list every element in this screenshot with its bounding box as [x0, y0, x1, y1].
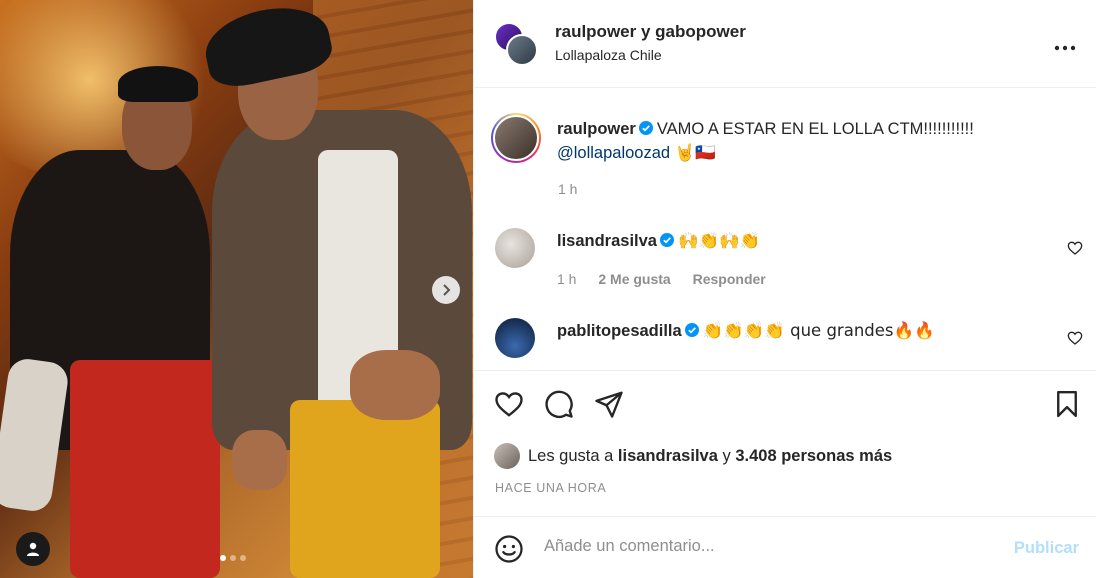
comment-meta: 1 h 2 Me gusta Responder: [557, 271, 784, 287]
post-photo[interactable]: [0, 0, 473, 578]
person-left-sleeve: [0, 356, 71, 514]
carousel-next-button[interactable]: [432, 276, 460, 304]
more-options-button[interactable]: [1054, 34, 1076, 57]
carousel-dot: [230, 555, 236, 561]
likes-user[interactable]: lisandrasilva: [618, 447, 718, 466]
verified-icon: [684, 323, 699, 337]
user-tag-icon: [27, 542, 39, 556]
person-right-pants: [290, 400, 440, 578]
caption-emoji: 🤘🇨🇱: [674, 143, 716, 162]
collab-avatars[interactable]: [494, 22, 538, 66]
comment-text: 🙌👏🙌👏: [677, 231, 761, 250]
comment-icon[interactable]: [544, 389, 574, 419]
likes-connector: y: [722, 446, 731, 465]
bookmark-icon[interactable]: [1052, 389, 1082, 419]
likes-summary: Les gusta a lisandrasilva y 3.408 person…: [494, 443, 892, 469]
carousel-dot: [220, 555, 226, 561]
reply-button[interactable]: Responder: [693, 271, 766, 287]
comment: lisandrasilva 🙌👏🙌👏: [557, 231, 760, 251]
post-time[interactable]: HACE UNA HORA: [495, 481, 606, 495]
heart-icon[interactable]: [494, 389, 524, 419]
person-left-pants: [70, 360, 220, 578]
post-panel: raulpower y gabopower Lollapaloza Chile …: [473, 0, 1096, 578]
heart-icon[interactable]: [1067, 330, 1083, 346]
caption-avatar[interactable]: [491, 113, 541, 163]
emoji-icon[interactable]: [494, 534, 524, 564]
comment-username[interactable]: pablitopesadilla: [557, 322, 682, 340]
caption-username[interactable]: raulpower: [557, 120, 636, 138]
comment-input[interactable]: [544, 537, 964, 556]
chevron-right-icon: [443, 284, 451, 296]
caption-time[interactable]: 1 h: [558, 181, 577, 197]
publish-button[interactable]: Publicar: [1014, 539, 1079, 558]
comment-username[interactable]: lisandrasilva: [557, 232, 657, 250]
avatar: [506, 34, 538, 66]
post-location[interactable]: Lollapaloza Chile: [555, 47, 662, 63]
likes-count[interactable]: 3.408 personas más: [735, 447, 892, 466]
comment-time[interactable]: 1 h: [557, 271, 576, 287]
add-comment-bar: Publicar: [474, 516, 1096, 578]
action-bar: Les gusta a lisandrasilva y 3.408 person…: [474, 370, 1096, 516]
more-icon: [1054, 45, 1076, 51]
person-left-beanie: [118, 66, 198, 102]
post-header: raulpower y gabopower Lollapaloza Chile: [474, 0, 1096, 88]
caption: raulpower VAMO A ESTAR EN EL LOLLA CTM!!!…: [557, 118, 1077, 165]
comment: pablitopesadilla 👏👏👏👏 que grandes🔥🔥: [557, 321, 935, 341]
verified-icon: [659, 233, 674, 247]
heart-icon[interactable]: [1067, 240, 1083, 256]
user-tag-button[interactable]: [16, 532, 50, 566]
likes-prefix: Les gusta a: [528, 446, 614, 465]
verified-icon: [638, 121, 653, 135]
comment-text: 👏👏👏👏 que grandes🔥🔥: [702, 321, 935, 340]
comments-section[interactable]: raulpower VAMO A ESTAR EN EL LOLLA CTM!!!…: [474, 88, 1096, 370]
caption-mention[interactable]: @lollapaloozad: [557, 144, 670, 162]
avatar[interactable]: [495, 228, 535, 268]
avatar[interactable]: [495, 318, 535, 358]
carousel-indicator: [220, 555, 246, 561]
carousel-dot: [240, 555, 246, 561]
share-icon[interactable]: [594, 389, 624, 419]
person-right-hand-2: [232, 430, 287, 490]
post-authors[interactable]: raulpower y gabopower: [555, 22, 746, 42]
person-right-hand: [350, 350, 440, 420]
avatar[interactable]: [494, 443, 520, 469]
caption-text: VAMO A ESTAR EN EL LOLLA CTM!!!!!!!!!!!: [656, 120, 974, 138]
comment-likes[interactable]: 2 Me gusta: [598, 271, 670, 287]
